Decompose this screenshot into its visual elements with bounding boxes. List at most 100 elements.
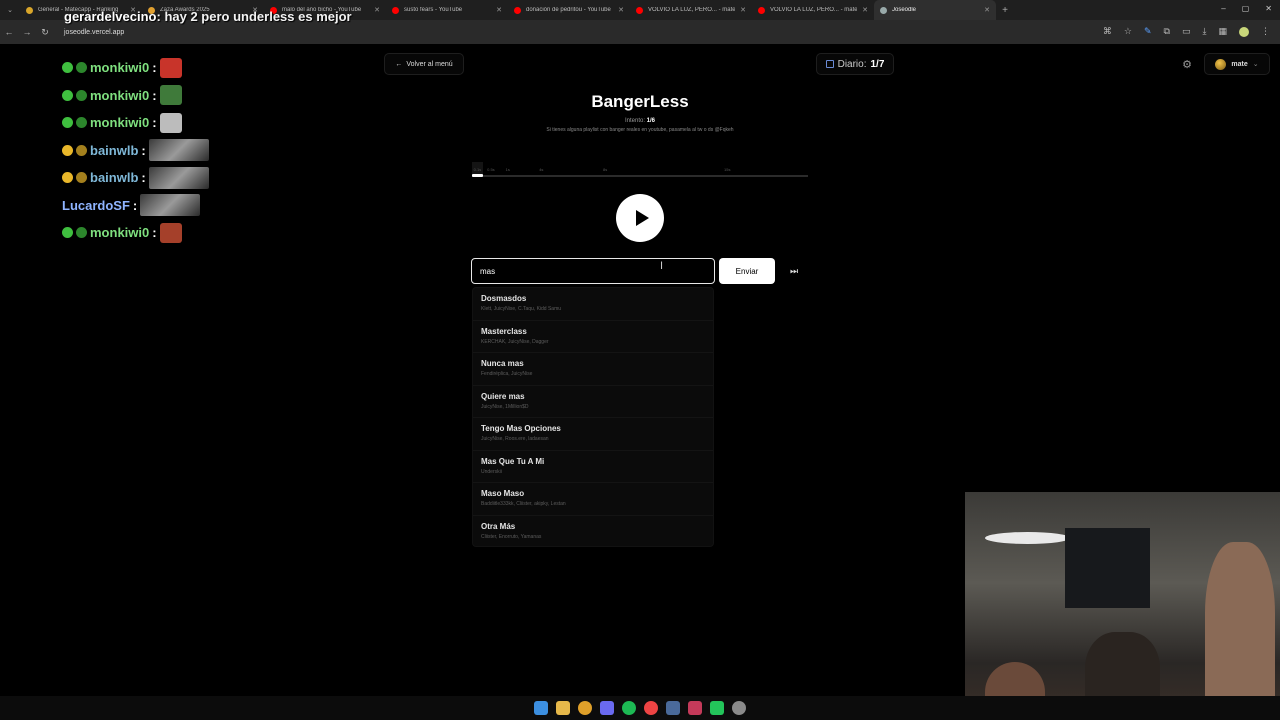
person-shape <box>1205 542 1275 720</box>
suggestion-item[interactable]: Otra Más Cliister, Enorruto, Yamanas <box>473 516 713 547</box>
suggestion-title: Otra Más <box>481 521 516 531</box>
emote-image <box>148 166 209 189</box>
chat-message: bainwlb: <box>62 164 282 192</box>
badge-icon <box>76 144 87 156</box>
chat-colon: : <box>152 60 157 76</box>
play-button[interactable] <box>616 194 664 242</box>
suggestion-item[interactable]: Tengo Mas Opciones JuicyNise, Roos.ere, l… <box>473 418 713 451</box>
chat-username[interactable]: bainwlb <box>90 143 138 158</box>
tab-title: donación de pedritou - YouTube <box>526 7 611 13</box>
sub-badge-icon <box>62 117 73 129</box>
suggestion-item[interactable]: Mas Que Tu A Mi Underskii <box>473 451 713 483</box>
suggestion-title: Quiere mas <box>481 391 525 401</box>
epic-games-icon[interactable] <box>688 701 702 715</box>
extensions-puzzle-icon[interactable]: ⧉ <box>1164 26 1170 37</box>
suggestion-item[interactable]: Dosmasdos Klett, JuicyNise, C.Taqu, Kidd … <box>473 288 713 321</box>
app-icon[interactable] <box>644 701 658 715</box>
suggestion-title: Dosmasdos <box>481 294 527 303</box>
suggestion-item[interactable]: Maso Maso Baddiitle333kk, Cliister, akipk… <box>473 483 713 516</box>
chat-username[interactable]: LucardoSF <box>62 198 130 213</box>
forward-icon[interactable]: → <box>18 27 36 37</box>
menu-dots-icon[interactable]: ⋮ <box>1261 26 1270 37</box>
chat-colon: : <box>152 87 157 103</box>
song-guess-input[interactable] <box>471 258 715 284</box>
chat-colon: : <box>141 170 146 186</box>
suggestion-artists: Cliister, Enorruto, Yamanas <box>481 533 542 540</box>
url-field[interactable]: joseodle.vercel.app <box>64 29 124 36</box>
progress-segment-label: 1s <box>505 167 510 172</box>
window-shape <box>1065 528 1150 608</box>
tab-close-icon[interactable]: ✕ <box>740 6 746 14</box>
tab-search-icon[interactable]: ⌄ <box>0 6 20 14</box>
tab-close-icon[interactable]: ✕ <box>374 6 380 14</box>
tab-close-icon[interactable]: ✕ <box>862 6 868 14</box>
play-icon <box>635 210 649 226</box>
user-menu-button[interactable]: mate ⌄ <box>1204 53 1270 75</box>
text-cursor-icon: I <box>660 260 664 272</box>
chat-colon: : <box>152 115 157 131</box>
browser-tab[interactable]: susto fears - YouTube ✕ <box>386 0 508 20</box>
extension-icon[interactable]: ✎ <box>1144 26 1152 37</box>
settings-gear-icon[interactable]: ⚙ <box>1180 58 1194 72</box>
progress-segment-label: 0.5s <box>487 167 495 172</box>
file-explorer-icon[interactable] <box>556 701 570 715</box>
profile-avatar[interactable] <box>1239 26 1249 37</box>
gift-badge-icon <box>62 144 73 156</box>
suggestion-item[interactable]: Quiere mas JuicyNise, 1Million$D <box>473 386 713 418</box>
game-title: BangerLess <box>591 92 689 111</box>
tab-close-icon[interactable]: ✕ <box>984 6 990 14</box>
new-tab-button[interactable]: + <box>996 5 1014 16</box>
chat-username[interactable]: monkiwi0 <box>90 225 149 240</box>
stream-chat: monkiwi0: monkiwi0: monkiwi0: bainwlb: bainw… <box>62 54 282 247</box>
browser-tab[interactable]: VOLVIO LA LUZ, PERO... - mate ✕ <box>752 0 874 20</box>
send-button[interactable]: Enviar <box>719 258 775 284</box>
suggestion-item[interactable]: Nunca mas Fendiréplica, JuicyNise <box>473 353 713 386</box>
skip-icon[interactable]: ⏭ <box>782 258 806 284</box>
suggestion-artists: KERCHAK, JuicyNise, Dagger <box>481 338 549 345</box>
chat-top-user: gerardelvecino <box>64 9 157 24</box>
chat-username[interactable]: bainwlb <box>90 170 138 185</box>
windows-start-icon[interactable] <box>534 701 548 715</box>
user-avatar <box>1215 58 1227 70</box>
minimize-icon[interactable]: – <box>1221 4 1225 13</box>
close-window-icon[interactable]: ✕ <box>1265 4 1272 13</box>
sidebar-icon[interactable]: ▭ <box>1182 26 1191 37</box>
steam-icon[interactable] <box>666 701 680 715</box>
browser-tab[interactable]: Joseodle ✕ <box>874 0 996 20</box>
emote-image <box>159 222 182 243</box>
emote-image <box>148 139 209 162</box>
camtasia-icon[interactable] <box>710 701 724 715</box>
tab-close-icon[interactable]: ✕ <box>618 6 624 14</box>
browser-tab[interactable]: VOLVIO LA LUZ, PERO... - mate ✕ <box>630 0 752 20</box>
chat-username[interactable]: monkiwi0 <box>90 88 149 103</box>
maximize-icon[interactable]: ▢ <box>1242 4 1250 13</box>
user-name: mate <box>1231 60 1248 68</box>
suggestion-artists: Fendiréplica, JuicyNise <box>481 371 533 377</box>
bookmark-star-icon[interactable]: ☆ <box>1124 26 1132 37</box>
back-icon[interactable]: ← <box>0 27 18 37</box>
tab-close-icon[interactable]: ✕ <box>496 6 502 14</box>
browser-tab[interactable]: donación de pedritou - YouTube ✕ <box>508 0 630 20</box>
grid-icon[interactable]: ▦ <box>1218 26 1227 37</box>
chrome-icon[interactable] <box>578 701 592 715</box>
chat-username[interactable]: monkiwi0 <box>90 60 149 75</box>
back-to-menu-label: Volver al menú <box>406 60 453 68</box>
progress-segment-label: 8s <box>603 167 608 172</box>
back-to-menu-button[interactable]: ← Volver al menú <box>384 53 464 75</box>
chat-message: monkiwi0: <box>62 109 282 137</box>
reload-icon[interactable]: ↻ <box>36 27 54 38</box>
chat-username[interactable]: monkiwi0 <box>90 115 149 130</box>
translate-icon[interactable]: ⌘ <box>1103 26 1112 37</box>
download-icon[interactable]: ⤓ <box>1203 26 1207 37</box>
webcam-feed <box>965 492 1280 720</box>
tab-title: VOLVIO LA LUZ, PERO... - mate <box>648 7 736 13</box>
suggestion-artists: JuicyNise, Roos.ere, ladaesan <box>481 436 549 442</box>
suggestions-dropdown: Dosmasdos Klett, JuicyNise, C.Taqu, Kidd … <box>472 287 714 547</box>
discord-icon[interactable] <box>600 701 614 715</box>
suggestion-title: Masterclass <box>481 326 527 336</box>
suggestion-item[interactable]: Masterclass KERCHAK, JuicyNise, Dagger <box>473 321 713 353</box>
tab-favicon-icon <box>880 6 887 14</box>
media-player-icon[interactable] <box>732 701 746 715</box>
spotify-icon[interactable] <box>622 701 636 715</box>
chat-colon: : <box>132 197 138 213</box>
